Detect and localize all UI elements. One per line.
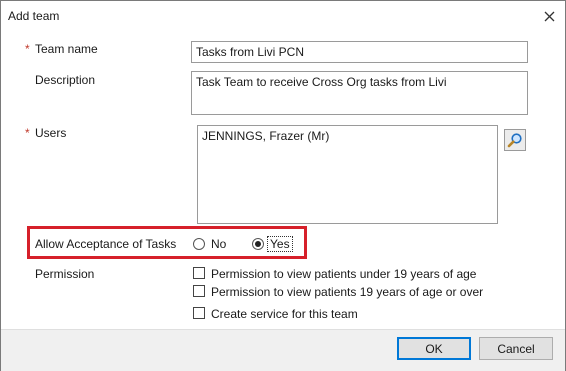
permission-label: Permission — [35, 267, 95, 281]
magnifier-icon — [507, 133, 522, 148]
user-entry[interactable]: JENNINGS, Frazer (Mr) — [202, 129, 329, 143]
team-name-input[interactable] — [191, 41, 528, 63]
permission-over-19-checkbox[interactable] — [193, 285, 205, 297]
description-textarea[interactable]: Task Team to receive Cross Org tasks fro… — [191, 71, 528, 115]
close-icon — [544, 11, 554, 21]
required-marker: * — [25, 126, 30, 140]
user-search-button[interactable] — [504, 129, 526, 151]
add-team-dialog: Add team * Team name Description Task Te… — [0, 0, 566, 371]
acceptance-label: Allow Acceptance of Tasks — [35, 237, 177, 251]
users-label: Users — [35, 126, 67, 140]
dialog-title: Add team — [8, 9, 60, 23]
acceptance-yes-radio[interactable] — [252, 238, 264, 250]
create-service-label[interactable]: Create service for this team — [211, 307, 358, 321]
permission-under-19-label[interactable]: Permission to view patients under 19 yea… — [211, 267, 476, 281]
dialog-footer: OK Cancel — [1, 329, 565, 371]
create-service-checkbox[interactable] — [193, 307, 205, 319]
permission-under-19-checkbox[interactable] — [193, 267, 205, 279]
permission-over-19-label[interactable]: Permission to view patients 19 years of … — [211, 285, 483, 299]
required-marker: * — [25, 42, 30, 56]
ok-button[interactable]: OK — [397, 337, 471, 360]
description-label: Description — [35, 73, 96, 87]
team-name-label: Team name — [35, 42, 98, 56]
users-list[interactable]: JENNINGS, Frazer (Mr) — [197, 125, 498, 224]
close-button[interactable] — [539, 6, 559, 26]
acceptance-yes-label[interactable]: Yes — [267, 236, 293, 252]
acceptance-no-radio[interactable] — [193, 238, 205, 250]
title-bar: Add team — [1, 1, 565, 31]
acceptance-no-label[interactable]: No — [211, 237, 226, 251]
cancel-button[interactable]: Cancel — [479, 337, 553, 360]
